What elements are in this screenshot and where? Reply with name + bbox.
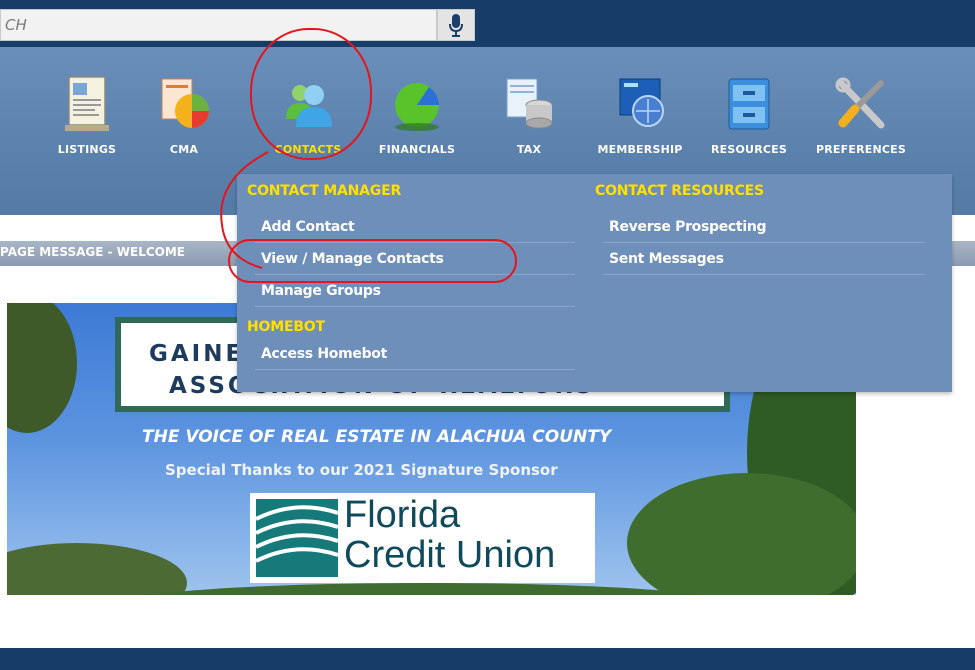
separator <box>603 274 925 275</box>
nav-label: FINANCIALS <box>378 143 456 156</box>
contacts-icon <box>286 85 332 127</box>
footer-bar <box>0 648 975 670</box>
membership-icon <box>619 78 664 127</box>
microphone-button[interactable] <box>437 9 475 41</box>
banner-tagline: THE VOICE OF REAL ESTATE IN ALACHUA COUN… <box>142 427 612 447</box>
nav-item-tax[interactable]: TAX <box>483 67 575 187</box>
top-bar: CH <box>0 0 975 47</box>
separator <box>255 242 575 243</box>
tax-icon <box>506 78 553 129</box>
homebot-header: HOMEBOT <box>247 319 325 335</box>
cma-icon <box>161 78 209 128</box>
search-input[interactable]: CH <box>0 9 437 41</box>
nav-item-membership[interactable]: MEMBERSHIP <box>594 67 686 187</box>
nav-label: MEMBERSHIP <box>597 143 683 156</box>
nav-item-cma[interactable]: CMA <box>138 67 230 187</box>
listings-icon <box>65 76 109 131</box>
separator <box>255 369 575 370</box>
nav-label: TAX <box>516 143 542 156</box>
nav-label: CMA <box>169 143 199 156</box>
nav-label: RESOURCES <box>711 143 787 156</box>
contact-manager-header: CONTACT MANAGER <box>247 183 402 199</box>
separator <box>255 306 575 307</box>
preferences-icon <box>835 77 885 129</box>
contacts-dropdown-menu: CONTACT MANAGER Add Contact View / Manag… <box>237 174 952 392</box>
sponsor-wave-icon <box>256 499 338 577</box>
sponsor-name-2: Credit Union <box>344 534 556 576</box>
separator <box>255 274 575 275</box>
manage-groups-link[interactable]: Manage Groups <box>261 283 381 299</box>
nav-label: CONTACTS <box>274 143 342 156</box>
nav-item-contacts[interactable]: CONTACTS <box>262 67 354 187</box>
sponsor-thanks-text: Special Thanks to our 2021 Signature Spo… <box>165 461 558 479</box>
sponsor-logo: Florida Credit Union <box>250 493 595 583</box>
microphone-icon <box>449 14 463 37</box>
contact-resources-header: CONTACT RESOURCES <box>595 183 764 199</box>
add-contact-link[interactable]: Add Contact <box>261 219 355 235</box>
nav-label: PREFERENCES <box>816 143 906 156</box>
separator <box>603 242 925 243</box>
nav-item-financials[interactable]: FINANCIALS <box>371 67 463 187</box>
financials-icon <box>395 83 439 131</box>
access-homebot-link[interactable]: Access Homebot <box>261 346 387 362</box>
sponsor-name-1: Florida <box>344 494 461 536</box>
page-message-text: PAGE MESSAGE - WELCOME <box>0 245 185 259</box>
nav-label: LISTINGS <box>57 143 117 156</box>
nav-item-preferences[interactable]: PREFERENCES <box>815 67 907 187</box>
reverse-prospecting-link[interactable]: Reverse Prospecting <box>609 219 767 235</box>
nav-item-listings[interactable]: LISTINGS <box>41 67 133 187</box>
nav-item-resources[interactable]: RESOURCES <box>703 67 795 187</box>
view-manage-contacts-link[interactable]: View / Manage Contacts <box>261 251 444 267</box>
resources-icon <box>728 78 770 130</box>
sent-messages-link[interactable]: Sent Messages <box>609 251 724 267</box>
